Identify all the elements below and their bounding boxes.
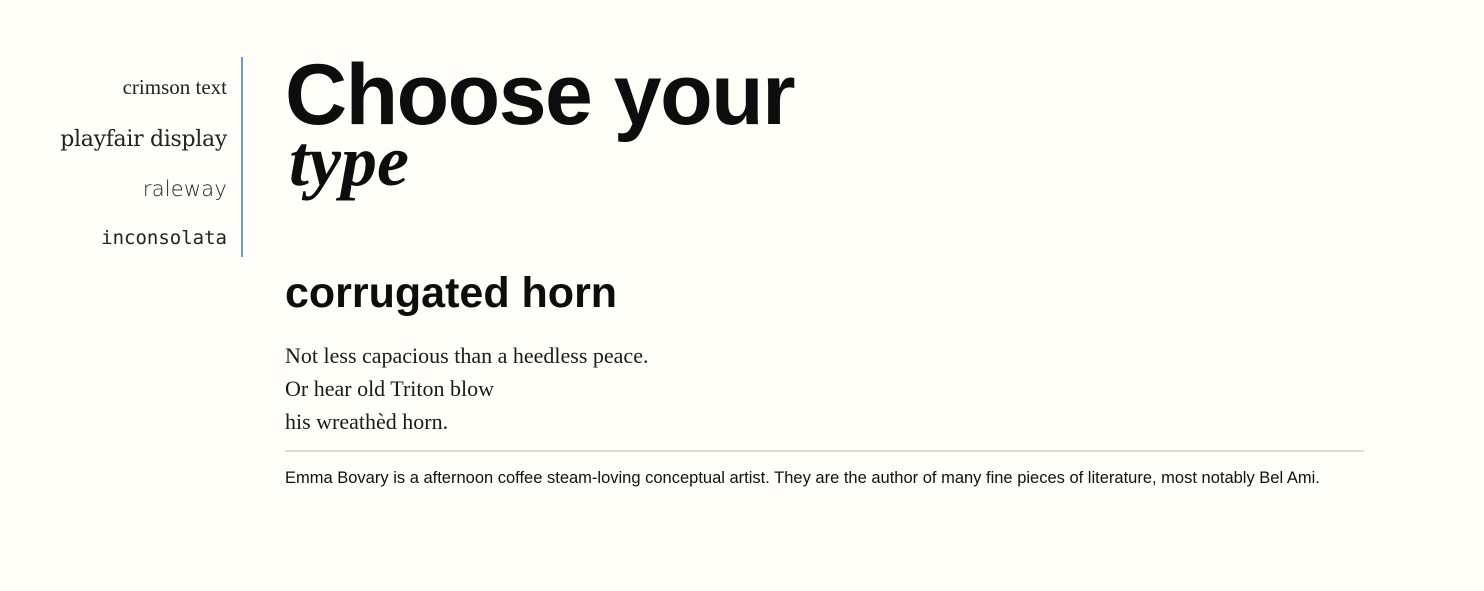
font-option-inconsolata[interactable]: inconsolata	[101, 227, 227, 249]
poem-body: Not less capacious than a heedless peace…	[285, 339, 648, 438]
poem-line: Not less capacious than a heedless peace…	[285, 343, 649, 368]
font-selector-sidebar: crimson text playfair display raleway in…	[0, 57, 243, 257]
author-bio: Emma Bovary is a afternoon coffee steam-…	[285, 469, 1320, 487]
font-option-playfair-display[interactable]: playfair display	[60, 127, 227, 152]
font-option-raleway[interactable]: raleway	[143, 177, 227, 201]
poem-line: his wreathèd horn.	[285, 409, 449, 434]
font-option-crimson-text[interactable]: crimson text	[123, 75, 227, 100]
heading-line-type: type	[289, 121, 409, 201]
divider	[285, 450, 1364, 452]
poem-title: corrugated horn	[285, 269, 618, 317]
poem-line: Or hear old Triton blow	[285, 376, 494, 401]
